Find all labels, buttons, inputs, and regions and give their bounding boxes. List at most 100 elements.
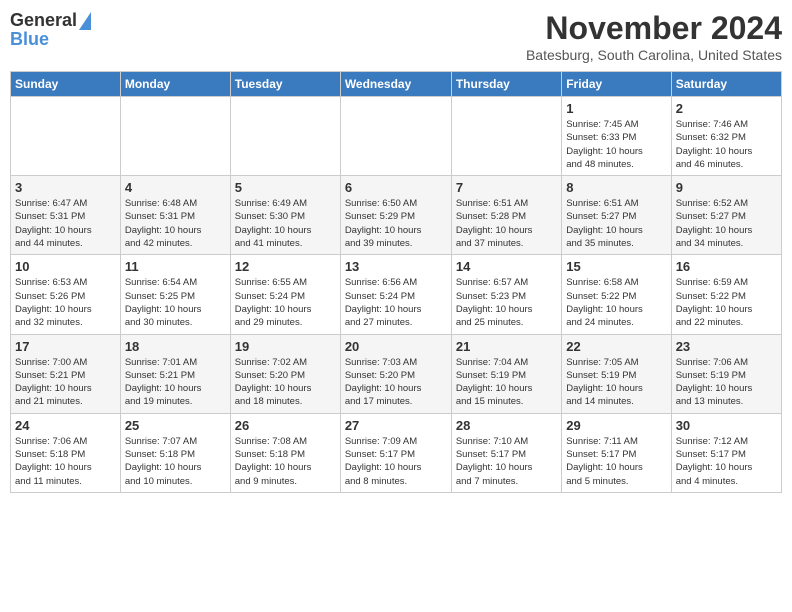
calendar-cell: 20Sunrise: 7:03 AM Sunset: 5:20 PM Dayli… <box>340 334 451 413</box>
day-number: 27 <box>345 418 447 433</box>
day-number: 25 <box>125 418 226 433</box>
header-monday: Monday <box>120 72 230 97</box>
day-number: 29 <box>566 418 666 433</box>
header-thursday: Thursday <box>451 72 561 97</box>
day-info: Sunrise: 6:49 AM Sunset: 5:30 PM Dayligh… <box>235 197 336 250</box>
week-row-5: 24 Sunrise: 7:06 AM Sunset: 5:18 PM Dayli… <box>11 413 782 492</box>
day-number: 12 <box>235 259 336 274</box>
day-number: 23 <box>676 339 777 354</box>
calendar-cell: 2 Sunrise: 7:46 AM Sunset: 6:32 PM Daylig… <box>671 97 781 176</box>
day-number: 26 <box>235 418 336 433</box>
day-info: Sunrise: 7:04 AM Sunset: 5:19 PM Dayligh… <box>456 356 557 409</box>
day-number: 2 <box>676 101 777 116</box>
day-info: Sunrise: 6:53 AM Sunset: 5:26 PM Dayligh… <box>15 276 116 329</box>
calendar-cell: 30 Sunrise: 7:12 AM Sunset: 5:17 PM Dayli… <box>671 413 781 492</box>
day-info: Sunrise: 7:01 AM Sunset: 5:21 PM Dayligh… <box>125 356 226 409</box>
week-row-3: 10Sunrise: 6:53 AM Sunset: 5:26 PM Dayli… <box>11 255 782 334</box>
page-header: General Blue November 2024 Batesburg, So… <box>10 10 782 63</box>
day-info: Sunrise: 7:10 AM Sunset: 5:17 PM Dayligh… <box>456 435 557 488</box>
header-row: SundayMondayTuesdayWednesdayThursdayFrid… <box>11 72 782 97</box>
day-info: Sunrise: 6:50 AM Sunset: 5:29 PM Dayligh… <box>345 197 447 250</box>
calendar-cell: 9 Sunrise: 6:52 AM Sunset: 5:27 PM Daylig… <box>671 176 781 255</box>
day-number: 19 <box>235 339 336 354</box>
header-tuesday: Tuesday <box>230 72 340 97</box>
calendar-cell: 29Sunrise: 7:11 AM Sunset: 5:17 PM Dayli… <box>562 413 671 492</box>
calendar-header: SundayMondayTuesdayWednesdayThursdayFrid… <box>11 72 782 97</box>
day-number: 8 <box>566 180 666 195</box>
calendar-cell <box>230 97 340 176</box>
calendar-cell: 13 Sunrise: 6:56 AM Sunset: 5:24 PM Dayli… <box>340 255 451 334</box>
title-block: November 2024 Batesburg, South Carolina,… <box>526 10 782 63</box>
calendar-cell <box>340 97 451 176</box>
calendar-cell: 10Sunrise: 6:53 AM Sunset: 5:26 PM Dayli… <box>11 255 121 334</box>
day-info: Sunrise: 7:06 AM Sunset: 5:19 PM Dayligh… <box>676 356 777 409</box>
day-info: Sunrise: 7:02 AM Sunset: 5:20 PM Dayligh… <box>235 356 336 409</box>
day-number: 21 <box>456 339 557 354</box>
day-info: Sunrise: 7:46 AM Sunset: 6:32 PM Dayligh… <box>676 118 777 171</box>
day-number: 14 <box>456 259 557 274</box>
calendar-cell: 12Sunrise: 6:55 AM Sunset: 5:24 PM Dayli… <box>230 255 340 334</box>
day-number: 11 <box>125 259 226 274</box>
calendar-cell: 21 Sunrise: 7:04 AM Sunset: 5:19 PM Dayli… <box>451 334 561 413</box>
day-info: Sunrise: 7:00 AM Sunset: 5:21 PM Dayligh… <box>15 356 116 409</box>
logo-general: General <box>10 10 77 31</box>
calendar-cell: 23 Sunrise: 7:06 AM Sunset: 5:19 PM Dayli… <box>671 334 781 413</box>
calendar-cell: 14 Sunrise: 6:57 AM Sunset: 5:23 PM Dayli… <box>451 255 561 334</box>
day-info: Sunrise: 6:58 AM Sunset: 5:22 PM Dayligh… <box>566 276 666 329</box>
day-number: 1 <box>566 101 666 116</box>
day-info: Sunrise: 6:51 AM Sunset: 5:27 PM Dayligh… <box>566 197 666 250</box>
day-info: Sunrise: 6:47 AM Sunset: 5:31 PM Dayligh… <box>15 197 116 250</box>
calendar-cell: 16Sunrise: 6:59 AM Sunset: 5:22 PM Dayli… <box>671 255 781 334</box>
day-info: Sunrise: 6:48 AM Sunset: 5:31 PM Dayligh… <box>125 197 226 250</box>
day-info: Sunrise: 7:12 AM Sunset: 5:17 PM Dayligh… <box>676 435 777 488</box>
day-info: Sunrise: 6:56 AM Sunset: 5:24 PM Dayligh… <box>345 276 447 329</box>
day-number: 5 <box>235 180 336 195</box>
day-number: 24 <box>15 418 116 433</box>
day-number: 4 <box>125 180 226 195</box>
calendar-cell: 27 Sunrise: 7:09 AM Sunset: 5:17 PM Dayli… <box>340 413 451 492</box>
day-info: Sunrise: 6:52 AM Sunset: 5:27 PM Dayligh… <box>676 197 777 250</box>
header-friday: Friday <box>562 72 671 97</box>
day-info: Sunrise: 7:05 AM Sunset: 5:19 PM Dayligh… <box>566 356 666 409</box>
day-info: Sunrise: 7:09 AM Sunset: 5:17 PM Dayligh… <box>345 435 447 488</box>
week-row-2: 3 Sunrise: 6:47 AM Sunset: 5:31 PM Daylig… <box>11 176 782 255</box>
calendar: SundayMondayTuesdayWednesdayThursdayFrid… <box>10 71 782 493</box>
day-info: Sunrise: 6:51 AM Sunset: 5:28 PM Dayligh… <box>456 197 557 250</box>
calendar-cell <box>120 97 230 176</box>
header-saturday: Saturday <box>671 72 781 97</box>
day-number: 13 <box>345 259 447 274</box>
day-number: 28 <box>456 418 557 433</box>
calendar-cell: 8 Sunrise: 6:51 AM Sunset: 5:27 PM Daylig… <box>562 176 671 255</box>
day-number: 30 <box>676 418 777 433</box>
calendar-cell: 17 Sunrise: 7:00 AM Sunset: 5:21 PM Dayli… <box>11 334 121 413</box>
calendar-cell: 15 Sunrise: 6:58 AM Sunset: 5:22 PM Dayli… <box>562 255 671 334</box>
day-number: 22 <box>566 339 666 354</box>
calendar-body: 1Sunrise: 7:45 AM Sunset: 6:33 PM Daylig… <box>11 97 782 493</box>
logo: General Blue <box>10 10 91 50</box>
week-row-1: 1Sunrise: 7:45 AM Sunset: 6:33 PM Daylig… <box>11 97 782 176</box>
calendar-cell <box>11 97 121 176</box>
month-title: November 2024 <box>526 10 782 47</box>
calendar-cell: 3 Sunrise: 6:47 AM Sunset: 5:31 PM Daylig… <box>11 176 121 255</box>
calendar-cell: 22 Sunrise: 7:05 AM Sunset: 5:19 PM Dayli… <box>562 334 671 413</box>
day-info: Sunrise: 6:57 AM Sunset: 5:23 PM Dayligh… <box>456 276 557 329</box>
header-sunday: Sunday <box>11 72 121 97</box>
day-number: 15 <box>566 259 666 274</box>
day-info: Sunrise: 7:08 AM Sunset: 5:18 PM Dayligh… <box>235 435 336 488</box>
week-row-4: 17 Sunrise: 7:00 AM Sunset: 5:21 PM Dayli… <box>11 334 782 413</box>
day-number: 6 <box>345 180 447 195</box>
calendar-cell <box>451 97 561 176</box>
day-info: Sunrise: 7:07 AM Sunset: 5:18 PM Dayligh… <box>125 435 226 488</box>
logo-blue: Blue <box>10 29 49 50</box>
day-info: Sunrise: 7:06 AM Sunset: 5:18 PM Dayligh… <box>15 435 116 488</box>
day-number: 16 <box>676 259 777 274</box>
calendar-cell: 7Sunrise: 6:51 AM Sunset: 5:28 PM Daylig… <box>451 176 561 255</box>
day-number: 17 <box>15 339 116 354</box>
calendar-cell: 25 Sunrise: 7:07 AM Sunset: 5:18 PM Dayli… <box>120 413 230 492</box>
calendar-cell: 5 Sunrise: 6:49 AM Sunset: 5:30 PM Daylig… <box>230 176 340 255</box>
day-number: 3 <box>15 180 116 195</box>
day-number: 9 <box>676 180 777 195</box>
calendar-cell: 19 Sunrise: 7:02 AM Sunset: 5:20 PM Dayli… <box>230 334 340 413</box>
day-number: 20 <box>345 339 447 354</box>
calendar-cell: 28 Sunrise: 7:10 AM Sunset: 5:17 PM Dayli… <box>451 413 561 492</box>
